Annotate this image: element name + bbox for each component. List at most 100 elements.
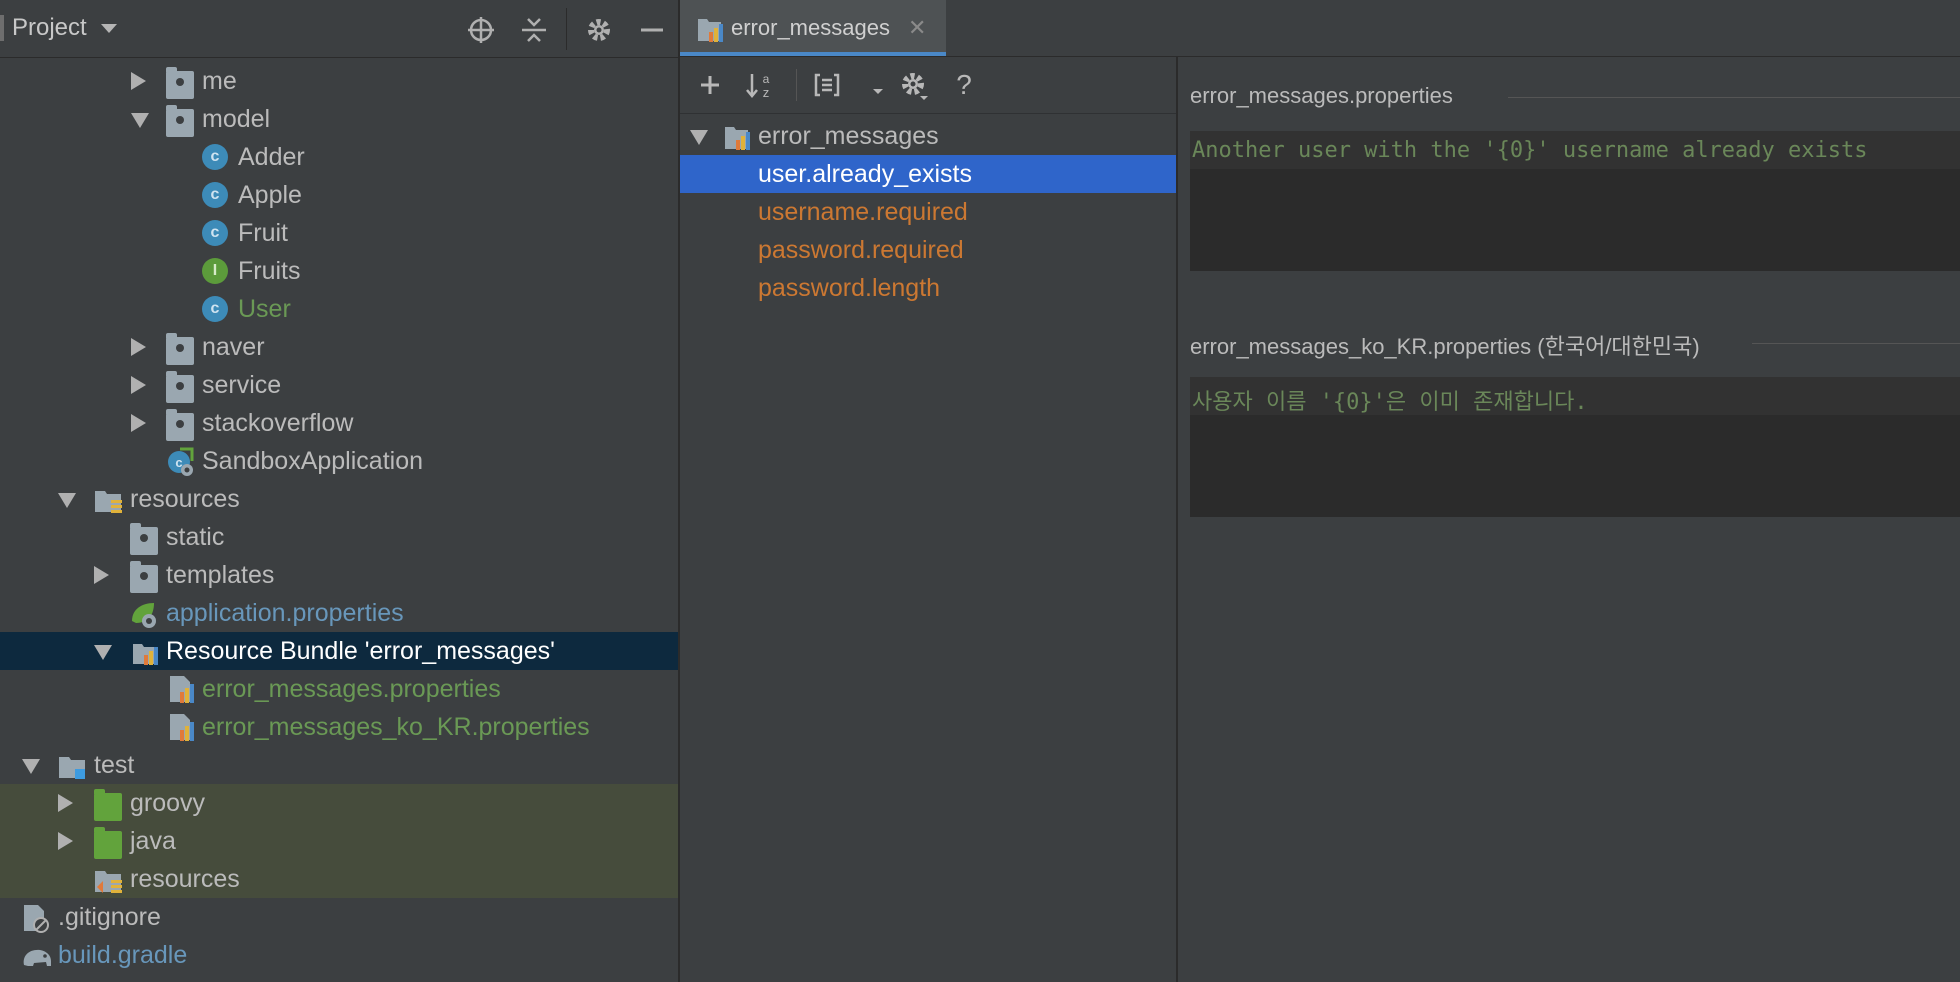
sort-alphabetically-icon[interactable]: az bbox=[744, 69, 776, 101]
tree-item-error-messages-properties[interactable]: error_messages.properties bbox=[0, 670, 678, 708]
folder-icon bbox=[130, 561, 158, 593]
package-folder-icon bbox=[166, 409, 194, 441]
class-icon: c bbox=[202, 220, 228, 246]
tree-item-adder[interactable]: c Adder bbox=[0, 138, 678, 176]
svg-text:z: z bbox=[763, 85, 770, 100]
tree-item-stackoverflow[interactable]: stackoverflow bbox=[0, 404, 678, 442]
value-text[interactable]: Another user with the '{0}' username alr… bbox=[1192, 138, 1868, 163]
expand-arrow-icon[interactable] bbox=[94, 566, 109, 584]
value-editor-default[interactable]: Another user with the '{0}' username alr… bbox=[1190, 131, 1960, 271]
expand-arrow-icon[interactable] bbox=[58, 832, 73, 850]
expand-arrow-icon[interactable] bbox=[131, 376, 146, 394]
locate-target-icon[interactable] bbox=[465, 14, 497, 46]
tree-item-model[interactable]: model bbox=[0, 100, 678, 138]
help-icon[interactable]: ? bbox=[948, 69, 980, 101]
test-resources-folder-icon bbox=[94, 865, 122, 893]
panel-edge bbox=[0, 15, 4, 41]
tree-item-me[interactable]: me bbox=[0, 62, 678, 100]
bundle-root[interactable]: error_messages bbox=[680, 117, 1176, 155]
gear-icon[interactable] bbox=[898, 69, 930, 101]
expand-arrow-icon[interactable] bbox=[131, 72, 146, 90]
tree-item-test[interactable]: test bbox=[0, 746, 678, 784]
collapse-arrow-icon[interactable] bbox=[94, 645, 112, 660]
tree-item-label: build.gradle bbox=[58, 941, 188, 969]
expand-arrow-icon[interactable] bbox=[131, 338, 146, 356]
tree-item-label: model bbox=[202, 105, 271, 133]
value-editor-ko-kr[interactable]: 사용자 이름 '{0}'은 이미 존재합니다. bbox=[1190, 377, 1960, 517]
tree-item-label: error_messages.properties bbox=[202, 675, 501, 703]
resources-folder-icon bbox=[94, 485, 122, 513]
tree-item-apple[interactable]: c Apple bbox=[0, 176, 678, 214]
tree-item-templates[interactable]: templates bbox=[0, 556, 678, 594]
resource-bundle-icon bbox=[724, 121, 752, 151]
collapse-arrow-icon[interactable] bbox=[131, 113, 149, 128]
resource-bundle-icon bbox=[697, 13, 725, 43]
tree-item-label: application.properties bbox=[166, 599, 404, 627]
collapse-arrow-icon[interactable] bbox=[690, 130, 708, 145]
key-row[interactable]: password.required bbox=[680, 231, 1176, 269]
collapse-all-icon[interactable] bbox=[518, 14, 550, 46]
tree-item-test-resources[interactable]: resources bbox=[0, 860, 678, 898]
dropdown-arrow-icon[interactable] bbox=[862, 69, 894, 101]
tree-item-label: naver bbox=[202, 333, 265, 361]
key-label: password.length bbox=[758, 274, 941, 302]
tree-item-naver[interactable]: naver bbox=[0, 328, 678, 366]
editor-area: error_messages ✕ az ? error_messages use… bbox=[680, 0, 1960, 982]
tree-item-label: .gitignore bbox=[58, 903, 161, 931]
key-row[interactable]: password.length bbox=[680, 269, 1176, 307]
tree-item-error-messages-ko-kr-properties[interactable]: error_messages_ko_KR.properties bbox=[0, 708, 678, 746]
tree-item-application-properties[interactable]: application.properties bbox=[0, 594, 678, 632]
tree-item-label: error_messages_ko_KR.properties bbox=[202, 713, 590, 741]
resource-bundle-icon bbox=[132, 636, 158, 666]
tree-item-static[interactable]: static bbox=[0, 518, 678, 556]
tree-item-resources[interactable]: resources bbox=[0, 480, 678, 518]
test-folder-icon bbox=[58, 751, 86, 779]
expand-arrow-icon[interactable] bbox=[131, 414, 146, 432]
tree-item-label: static bbox=[166, 523, 225, 551]
tab-error-messages[interactable]: error_messages ✕ bbox=[680, 0, 946, 56]
svg-text:a: a bbox=[763, 72, 770, 86]
tree-item-label: me bbox=[202, 67, 237, 95]
tree-item-fruit[interactable]: c Fruit bbox=[0, 214, 678, 252]
add-key-icon[interactable] bbox=[694, 69, 726, 101]
tree-item-label: Fruit bbox=[238, 219, 288, 247]
tree-item-fruits[interactable]: I Fruits bbox=[0, 252, 678, 290]
value-text[interactable]: 사용자 이름 '{0}'은 이미 존재합니다. bbox=[1192, 384, 1588, 416]
class-icon: c bbox=[202, 296, 228, 322]
tree-item-label: Adder bbox=[238, 143, 305, 171]
tree-item-label: stackoverflow bbox=[202, 409, 354, 437]
tree-item-label: groovy bbox=[130, 789, 206, 817]
package-folder-icon bbox=[166, 371, 194, 403]
tree-item-user[interactable]: c User bbox=[0, 290, 678, 328]
key-label: username.required bbox=[758, 198, 968, 226]
hide-panel-icon[interactable] bbox=[636, 14, 668, 46]
tree-item-build-gradle[interactable]: build.gradle bbox=[0, 936, 678, 974]
expand-arrow-icon[interactable] bbox=[58, 794, 73, 812]
tree-item-sandbox-application[interactable]: c SandboxApplication bbox=[0, 442, 678, 480]
tree-item-groovy[interactable]: groovy bbox=[0, 784, 678, 822]
key-row-selected[interactable]: user.already_exists bbox=[680, 155, 1176, 193]
key-row[interactable]: username.required bbox=[680, 193, 1176, 231]
group-by-prefix-icon[interactable] bbox=[811, 69, 843, 101]
bundle-file-icon bbox=[168, 674, 194, 704]
collapse-arrow-icon[interactable] bbox=[22, 759, 40, 774]
locale-file-title: error_messages.properties bbox=[1190, 83, 1453, 108]
project-panel: Project me model c Adder c Apple c Fruit… bbox=[0, 0, 678, 982]
gear-icon[interactable] bbox=[583, 14, 615, 46]
interface-icon: I bbox=[202, 258, 228, 284]
chevron-down-icon[interactable] bbox=[100, 23, 117, 33]
bundle-file-icon bbox=[168, 712, 194, 742]
tree-item-label: templates bbox=[166, 561, 275, 589]
package-folder-icon bbox=[166, 67, 194, 99]
tree-item-service[interactable]: service bbox=[0, 366, 678, 404]
project-view-selector[interactable]: Project bbox=[0, 14, 117, 42]
tree-item-java[interactable]: java bbox=[0, 822, 678, 860]
tree-item-resource-bundle[interactable]: Resource Bundle 'error_messages' bbox=[0, 632, 678, 670]
toolbar-separator bbox=[796, 69, 797, 101]
close-icon[interactable]: ✕ bbox=[908, 15, 926, 41]
package-folder-icon bbox=[166, 105, 194, 137]
toolbar-separator bbox=[566, 8, 567, 50]
tree-item-gitignore[interactable]: .gitignore bbox=[0, 898, 678, 936]
collapse-arrow-icon[interactable] bbox=[58, 493, 76, 508]
key-label: user.already_exists bbox=[758, 160, 973, 188]
